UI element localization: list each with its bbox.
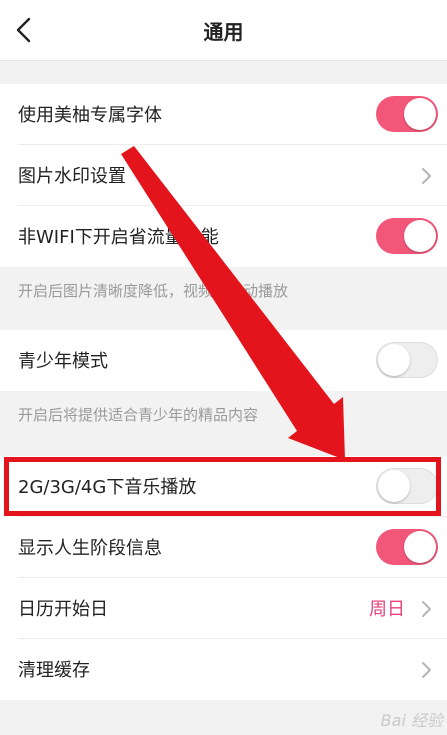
- watermark: Bai 经验: [380, 711, 443, 730]
- annotation-arrow-icon: [121, 146, 345, 460]
